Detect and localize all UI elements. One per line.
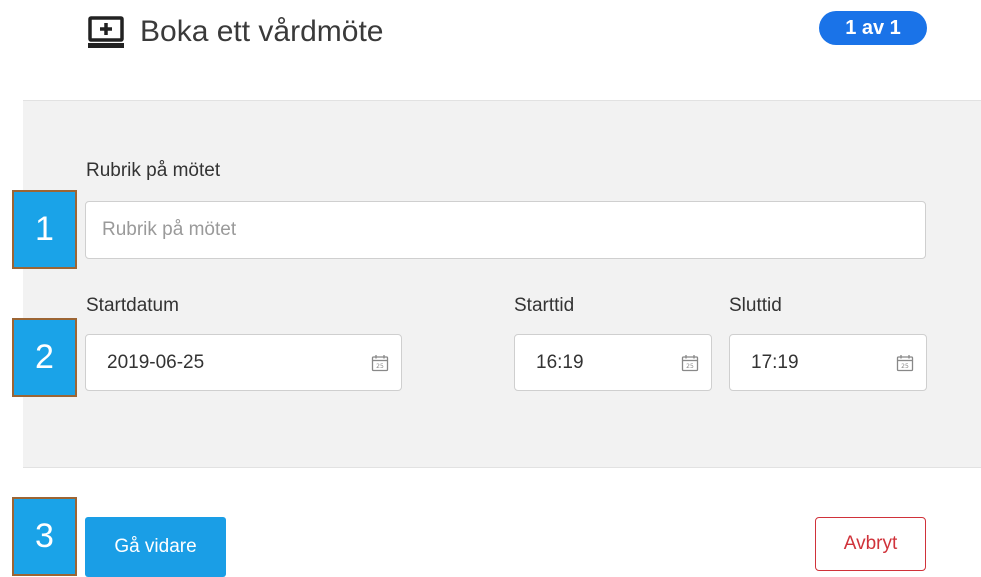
page-title: Boka ett vårdmöte [140,15,384,48]
callout-marker-3: 3 [12,497,77,576]
start-date-field[interactable]: 2019-06-25 25 [85,334,402,391]
start-time-label: Starttid [514,295,575,316]
step-badge: 1 av 1 [819,11,927,45]
callout-marker-1: 1 [12,190,77,269]
calendar-icon[interactable]: 25 [681,354,699,372]
end-time-label: Sluttid [729,295,782,316]
form-panel [23,100,981,468]
svg-text:25: 25 [901,363,909,370]
svg-text:25: 25 [686,363,694,370]
cancel-button[interactable]: Avbryt [815,517,926,571]
monitor-plus-icon [88,16,124,48]
start-date-value: 2019-06-25 [107,351,205,373]
calendar-icon[interactable]: 25 [896,354,914,372]
callout-marker-2: 2 [12,318,77,397]
start-date-label: Startdatum [86,295,179,316]
meeting-title-label: Rubrik på mötet [86,160,221,181]
end-time-value: 17:19 [751,351,799,373]
meeting-title-input[interactable] [85,201,926,259]
continue-button[interactable]: Gå vidare [85,517,226,577]
start-time-field[interactable]: 16:19 25 [514,334,712,391]
calendar-icon[interactable]: 25 [371,354,389,372]
end-time-field[interactable]: 17:19 25 [729,334,927,391]
svg-text:25: 25 [376,363,384,370]
start-time-value: 16:19 [536,351,584,373]
